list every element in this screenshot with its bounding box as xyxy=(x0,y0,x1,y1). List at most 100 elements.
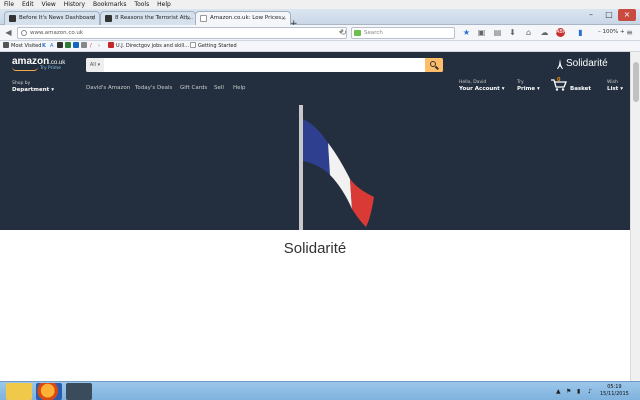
close-window-icon[interactable]: × xyxy=(618,9,636,21)
maximize-icon[interactable]: □ xyxy=(600,9,618,21)
wish-list-menu[interactable]: List ▾ xyxy=(607,86,623,92)
amazon-search-bar[interactable]: All ▾ xyxy=(86,58,443,72)
amazon-smile-icon xyxy=(12,67,38,71)
nav-davids-amazon[interactable]: David's Amazon xyxy=(86,85,130,91)
menu-file[interactable]: File xyxy=(4,1,14,8)
extension-icon[interactable]: ☁ xyxy=(540,28,549,37)
hero-title: Solidarité xyxy=(283,240,347,257)
app-icon[interactable] xyxy=(66,383,92,400)
tab-8-reasons[interactable]: 8 Reasons the Terrorist Att... × xyxy=(100,11,196,25)
french-flag-image xyxy=(299,105,374,230)
tab-favicon-icon xyxy=(105,15,112,22)
adblock-icon[interactable]: ABP xyxy=(556,28,566,37)
addon-icon[interactable]: ▮ xyxy=(576,28,585,37)
prime-label: Prime xyxy=(517,86,536,92)
back-icon[interactable]: ◀ xyxy=(4,28,13,37)
search-engine-icon[interactable] xyxy=(354,30,361,36)
bookmark-label: Most Visited xyxy=(11,43,42,49)
nav-sell[interactable]: Sell xyxy=(214,85,224,91)
file-explorer-icon[interactable] xyxy=(6,383,32,400)
wish-label: Wish xyxy=(607,80,618,85)
network-icon[interactable]: ▮ xyxy=(577,388,580,395)
tab-label: Amazon.co.uk: Low Prices... xyxy=(210,15,287,21)
amazon-header: amazon.co.uk Try Prime All ▾ Solidarité … xyxy=(0,52,630,101)
list-label: List xyxy=(607,86,619,92)
search-bar[interactable]: Search xyxy=(351,27,455,39)
search-category-select[interactable]: All ▾ xyxy=(86,58,104,72)
solidarity-header-text: Solidarité xyxy=(566,58,608,69)
search-placeholder: Search xyxy=(364,30,383,36)
tray-chevron-icon[interactable]: ▲ xyxy=(556,388,561,395)
hero-banner xyxy=(0,101,630,230)
clock-date: 15/11/2015 xyxy=(600,391,629,397)
url-bar[interactable]: www.amazon.co.uk ▾ xyxy=(17,27,347,39)
home-icon[interactable]: ⌂ xyxy=(524,28,533,37)
system-clock[interactable]: 05:19 15/11/2015 xyxy=(600,384,629,398)
vertical-scrollbar[interactable] xyxy=(630,52,640,384)
menu-bar: File Edit View History Bookmarks Tools H… xyxy=(0,0,640,9)
bookmark-most-visited[interactable]: Most Visited xyxy=(3,41,41,52)
amazon-favicon-icon xyxy=(200,15,207,22)
windows-taskbar: ▲ ⚑ ▮ ♪ 05:19 15/11/2015 xyxy=(0,381,640,400)
menu-bookmarks[interactable]: Bookmarks xyxy=(93,1,127,8)
zoom-control[interactable]: – 100% + xyxy=(598,29,625,35)
menu-hamburger-icon[interactable]: ≡ xyxy=(625,28,634,37)
folder-icon xyxy=(3,42,9,48)
bookmark-overflow-icon[interactable]: › xyxy=(98,41,100,52)
tab-favicon-icon xyxy=(9,15,16,22)
reload-icon[interactable]: ↻ xyxy=(339,28,348,37)
lock-icon[interactable]: ▤ xyxy=(493,28,502,37)
menu-help[interactable]: Help xyxy=(157,1,171,8)
bookmark-fav-2[interactable] xyxy=(65,41,73,52)
nav-gift-cards[interactable]: Gift Cards xyxy=(180,85,207,91)
download-icon[interactable]: ⬇ xyxy=(508,28,517,37)
reading-list-icon[interactable]: ▣ xyxy=(477,28,486,37)
tab-before-its-news[interactable]: Before It's News Dashboard × xyxy=(4,11,100,25)
tab-close-icon[interactable]: × xyxy=(281,12,286,25)
menu-edit[interactable]: Edit xyxy=(22,1,34,8)
prime-menu[interactable]: Prime ▾ xyxy=(517,86,540,92)
tab-close-icon[interactable]: × xyxy=(90,12,95,25)
cart-count: 0 xyxy=(557,77,561,83)
hello-label: Hello, David xyxy=(459,80,487,85)
bookmark-label: U.J. Directgov jobs and skill... xyxy=(116,43,189,49)
firefox-icon[interactable] xyxy=(36,383,62,400)
category-label: All xyxy=(89,62,97,68)
basket-link[interactable]: Basket xyxy=(570,86,591,92)
bookmark-jobs[interactable]: U.J. Directgov jobs and skill... xyxy=(108,41,189,52)
bookmark-fav-1[interactable] xyxy=(57,41,65,52)
search-icon-handle xyxy=(435,65,439,70)
menu-history[interactable]: History xyxy=(64,1,85,8)
bookmark-fav-3[interactable] xyxy=(73,41,81,52)
tray-flag-icon[interactable]: ⚑ xyxy=(566,388,571,395)
bookmark-fav-5[interactable]: / xyxy=(90,41,92,52)
flag-white-stripe xyxy=(328,143,352,209)
site-icon xyxy=(65,42,71,48)
try-prime-link[interactable]: Try Prime xyxy=(40,66,61,71)
url-text: www.amazon.co.uk xyxy=(30,30,84,36)
tab-amazon[interactable]: Amazon.co.uk: Low Prices... × xyxy=(195,11,291,26)
clock-time: 05:19 xyxy=(607,384,622,390)
search-submit-button[interactable] xyxy=(425,58,443,72)
nav-todays-deals[interactable]: Today's Deals xyxy=(135,85,172,91)
menu-tools[interactable]: Tools xyxy=(134,1,149,8)
bookmark-k-icon[interactable]: K xyxy=(42,41,46,52)
bookmark-label: Getting Started xyxy=(198,43,237,49)
your-account-menu[interactable]: Your Account ▾ xyxy=(459,86,505,92)
tab-label: 8 Reasons the Terrorist Att... xyxy=(115,15,193,21)
department-menu[interactable]: Department ▾ xyxy=(12,87,54,93)
bookmarks-bar: Most Visited K A / › U.J. Directgov jobs… xyxy=(0,41,640,52)
bookmark-a-icon[interactable]: A xyxy=(50,41,53,52)
bookmark-fav-4[interactable] xyxy=(81,41,89,52)
menu-view[interactable]: View xyxy=(42,1,56,8)
flag-pole xyxy=(299,105,303,230)
scrollbar-thumb[interactable] xyxy=(633,62,639,102)
tab-close-icon[interactable]: × xyxy=(186,12,191,25)
bookmark-star-icon[interactable]: ★ xyxy=(462,28,471,37)
nav-help[interactable]: Help xyxy=(233,85,246,91)
minimize-icon[interactable]: – xyxy=(582,9,600,21)
volume-icon[interactable]: ♪ xyxy=(588,388,592,395)
eiffel-tower-icon xyxy=(557,59,563,69)
globe-icon xyxy=(21,30,27,36)
bookmark-getting-started[interactable]: Getting Started xyxy=(190,41,237,52)
